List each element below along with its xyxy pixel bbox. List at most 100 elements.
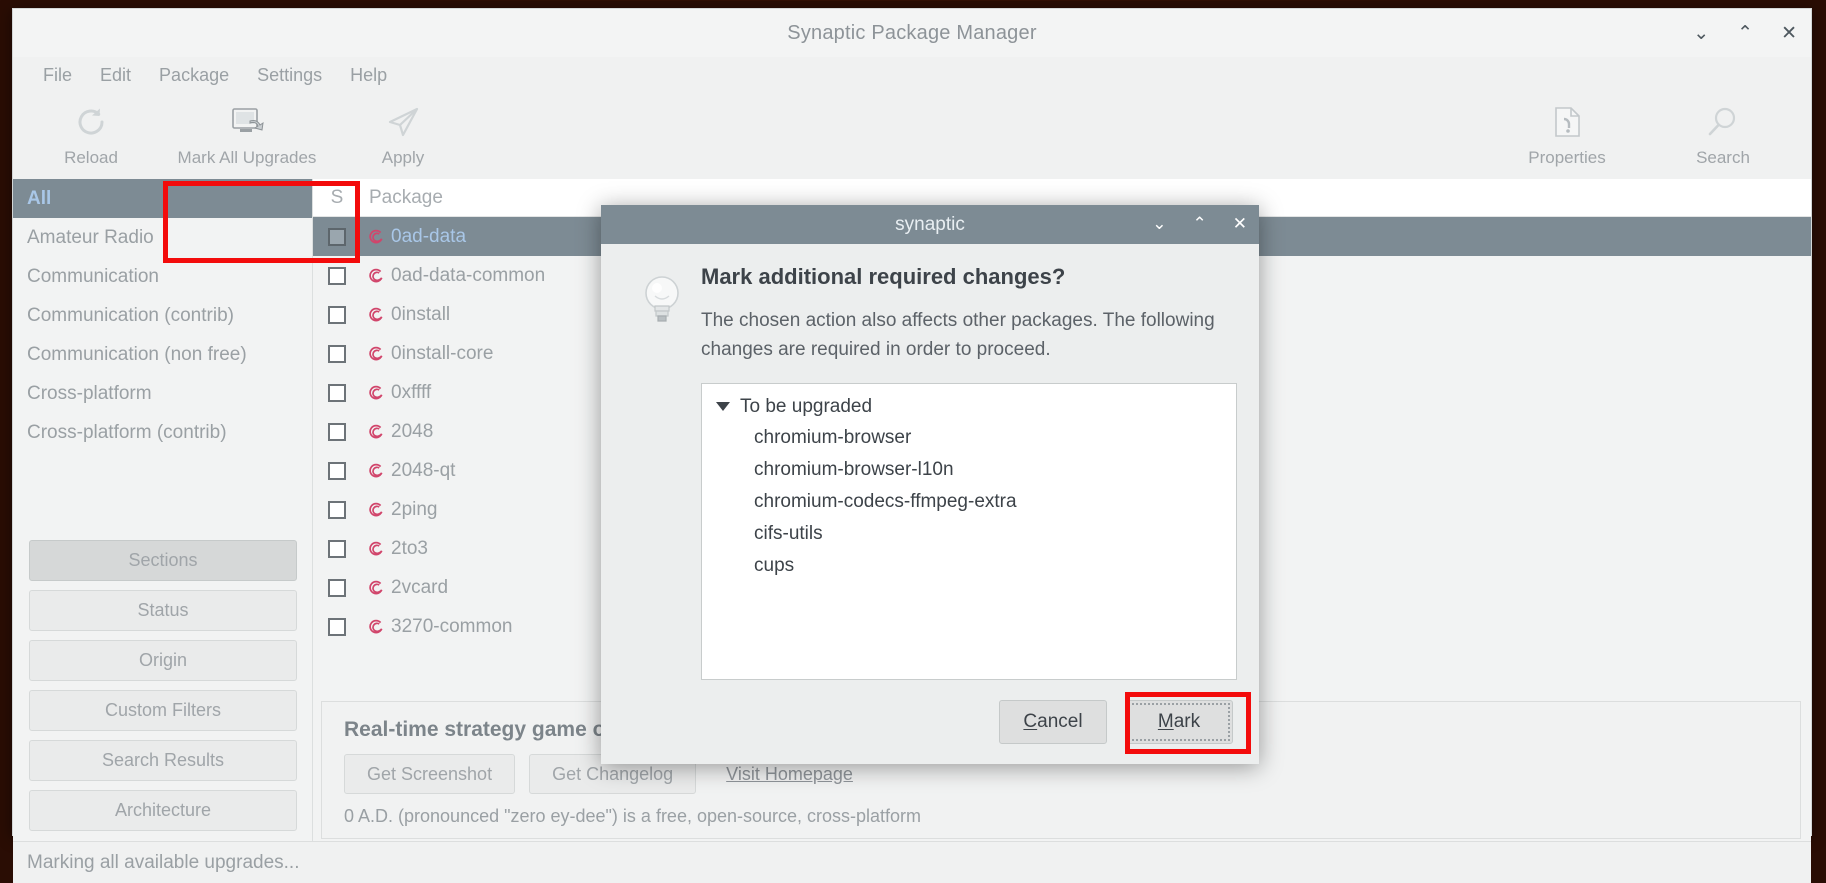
sidebar-item-amateur-radio[interactable]: Amateur Radio	[13, 218, 312, 257]
dialog-changes-tree[interactable]: To be upgraded chromium-browser chromium…	[701, 382, 1237, 680]
properties-button[interactable]: Properties	[1489, 93, 1645, 177]
tree-group-label: To be upgraded	[740, 395, 873, 417]
close-icon[interactable]: ✕	[1781, 23, 1797, 43]
debian-package-icon	[361, 383, 391, 403]
debian-package-icon	[361, 266, 391, 286]
package-name: 0install	[391, 303, 451, 325]
package-details-body: 0 A.D. (pronounced "zero ey-dee") is a f…	[344, 806, 922, 826]
row-checkbox[interactable]	[313, 578, 361, 597]
filter-button-origin[interactable]: Origin	[29, 640, 297, 681]
dialog-title: synaptic	[895, 213, 965, 235]
search-label: Search	[1696, 148, 1750, 167]
row-checkbox[interactable]	[313, 617, 361, 636]
tree-group-to-be-upgraded[interactable]: To be upgraded	[702, 392, 1236, 422]
mark-all-upgrades-button[interactable]: Mark All Upgrades	[169, 93, 325, 177]
mark-label-rest: ark	[1173, 711, 1201, 732]
debian-package-icon	[361, 422, 391, 442]
toolbar: Reload Mark All Upgrades Apply Propertie…	[13, 93, 1811, 263]
dialog-minimize-icon[interactable]: ⌄	[1152, 216, 1166, 233]
sidebar-item-cross-platform[interactable]: Cross-platform	[13, 374, 312, 413]
menu-help[interactable]: Help	[336, 61, 401, 90]
filter-buttons: Sections Status Origin Custom Filters Se…	[29, 540, 297, 831]
debian-package-icon	[361, 500, 391, 520]
row-checkbox[interactable]	[313, 305, 361, 324]
row-checkbox[interactable]	[313, 422, 361, 441]
apply-icon	[385, 102, 421, 142]
sidebar-item-cross-platform-contrib[interactable]: Cross-platform (contrib)	[13, 413, 312, 452]
row-checkbox[interactable]	[313, 500, 361, 519]
dialog-close-icon[interactable]: ✕	[1233, 216, 1247, 233]
tree-item[interactable]: cifs-utils	[702, 518, 1236, 550]
mark-button[interactable]: Mark	[1125, 700, 1233, 744]
cancel-mnemonic: C	[1023, 711, 1038, 732]
package-name: 0install-core	[391, 342, 494, 364]
dialog-message: The chosen action also affects other pac…	[701, 310, 1215, 361]
reload-label: Reload	[64, 148, 118, 167]
apply-label: Apply	[381, 148, 425, 167]
package-name: 0ad-data-common	[391, 264, 546, 286]
visit-homepage-link[interactable]: Visit Homepage	[726, 764, 853, 785]
chevron-down-icon[interactable]	[716, 402, 730, 412]
cancel-button[interactable]: Cancel	[999, 700, 1107, 744]
dialog-actions: Cancel Mark	[601, 680, 1259, 764]
row-checkbox[interactable]	[313, 383, 361, 402]
filter-button-custom-filters[interactable]: Custom Filters	[29, 690, 297, 731]
tree-item[interactable]: chromium-browser-l10n	[702, 454, 1236, 486]
apply-button[interactable]: Apply	[325, 93, 481, 177]
reload-button[interactable]: Reload	[13, 93, 169, 177]
dialog-titlebar: synaptic ⌄ ⌃ ✕	[601, 205, 1259, 244]
search-button[interactable]: Search	[1645, 93, 1801, 177]
sidebar-item-communication-non-free[interactable]: Communication (non free)	[13, 335, 312, 374]
menu-package[interactable]: Package	[145, 61, 243, 90]
mark-all-upgrades-icon	[230, 102, 264, 142]
search-icon	[1706, 102, 1740, 142]
window-controls: ⌄ ⌃ ✕	[1693, 9, 1797, 57]
column-header-status[interactable]: S	[313, 187, 361, 209]
tree-item[interactable]: cups	[702, 550, 1236, 582]
statusbar-text: Marking all available upgrades...	[27, 851, 300, 873]
tree-item[interactable]: chromium-codecs-ffmpeg-extra	[702, 486, 1236, 518]
row-checkbox[interactable]	[313, 227, 361, 246]
menu-edit[interactable]: Edit	[86, 61, 145, 90]
menubar: File Edit Package Settings Help	[13, 57, 1811, 93]
package-name: 2048	[391, 420, 434, 442]
lightbulb-icon	[623, 264, 701, 680]
toolbar-right-group: Properties Search	[1489, 93, 1801, 177]
get-screenshot-button[interactable]: Get Screenshot	[344, 754, 516, 794]
debian-package-icon	[361, 344, 391, 364]
row-checkbox[interactable]	[313, 461, 361, 480]
filter-button-search-results[interactable]: Search Results	[29, 740, 297, 781]
dialog-heading: Mark additional required changes?	[701, 264, 1066, 289]
debian-package-icon	[361, 617, 391, 637]
properties-icon	[1551, 102, 1583, 142]
row-checkbox[interactable]	[313, 539, 361, 558]
debian-package-icon	[361, 305, 391, 325]
menu-file[interactable]: File	[29, 61, 86, 90]
sidebar-item-communication[interactable]: Communication	[13, 257, 312, 296]
minimize-icon[interactable]: ⌄	[1693, 23, 1709, 43]
sidebar-item-all[interactable]: All	[13, 179, 312, 218]
debian-package-icon	[361, 578, 391, 598]
package-name: 0xffff	[391, 381, 432, 403]
mark-all-upgrades-label: Mark All Upgrades	[177, 148, 317, 167]
filter-button-status[interactable]: Status	[29, 590, 297, 631]
menu-settings[interactable]: Settings	[243, 61, 336, 90]
dialog-maximize-icon[interactable]: ⌃	[1193, 216, 1207, 233]
section-list[interactable]: All Amateur Radio Communication Communic…	[13, 179, 312, 452]
row-checkbox[interactable]	[313, 266, 361, 285]
mark-additional-changes-dialog: synaptic ⌄ ⌃ ✕ Mark additional required …	[601, 205, 1259, 764]
maximize-icon[interactable]: ⌃	[1737, 23, 1753, 43]
column-header-package[interactable]: Package	[361, 187, 611, 209]
dialog-window-controls: ⌄ ⌃ ✕	[1152, 205, 1247, 244]
sidebar: All Amateur Radio Communication Communic…	[13, 179, 313, 841]
package-name: 2to3	[391, 537, 428, 559]
sidebar-item-communication-contrib[interactable]: Communication (contrib)	[13, 296, 312, 335]
filter-button-sections[interactable]: Sections	[29, 540, 297, 581]
tree-item[interactable]: chromium-browser	[702, 422, 1236, 454]
filter-button-architecture[interactable]: Architecture	[29, 790, 297, 831]
properties-label: Properties	[1528, 148, 1606, 167]
dialog-body: Mark additional required changes? The ch…	[601, 244, 1259, 680]
package-name: 2ping	[391, 498, 438, 520]
row-checkbox[interactable]	[313, 344, 361, 363]
cancel-label-rest: ancel	[1037, 711, 1083, 732]
